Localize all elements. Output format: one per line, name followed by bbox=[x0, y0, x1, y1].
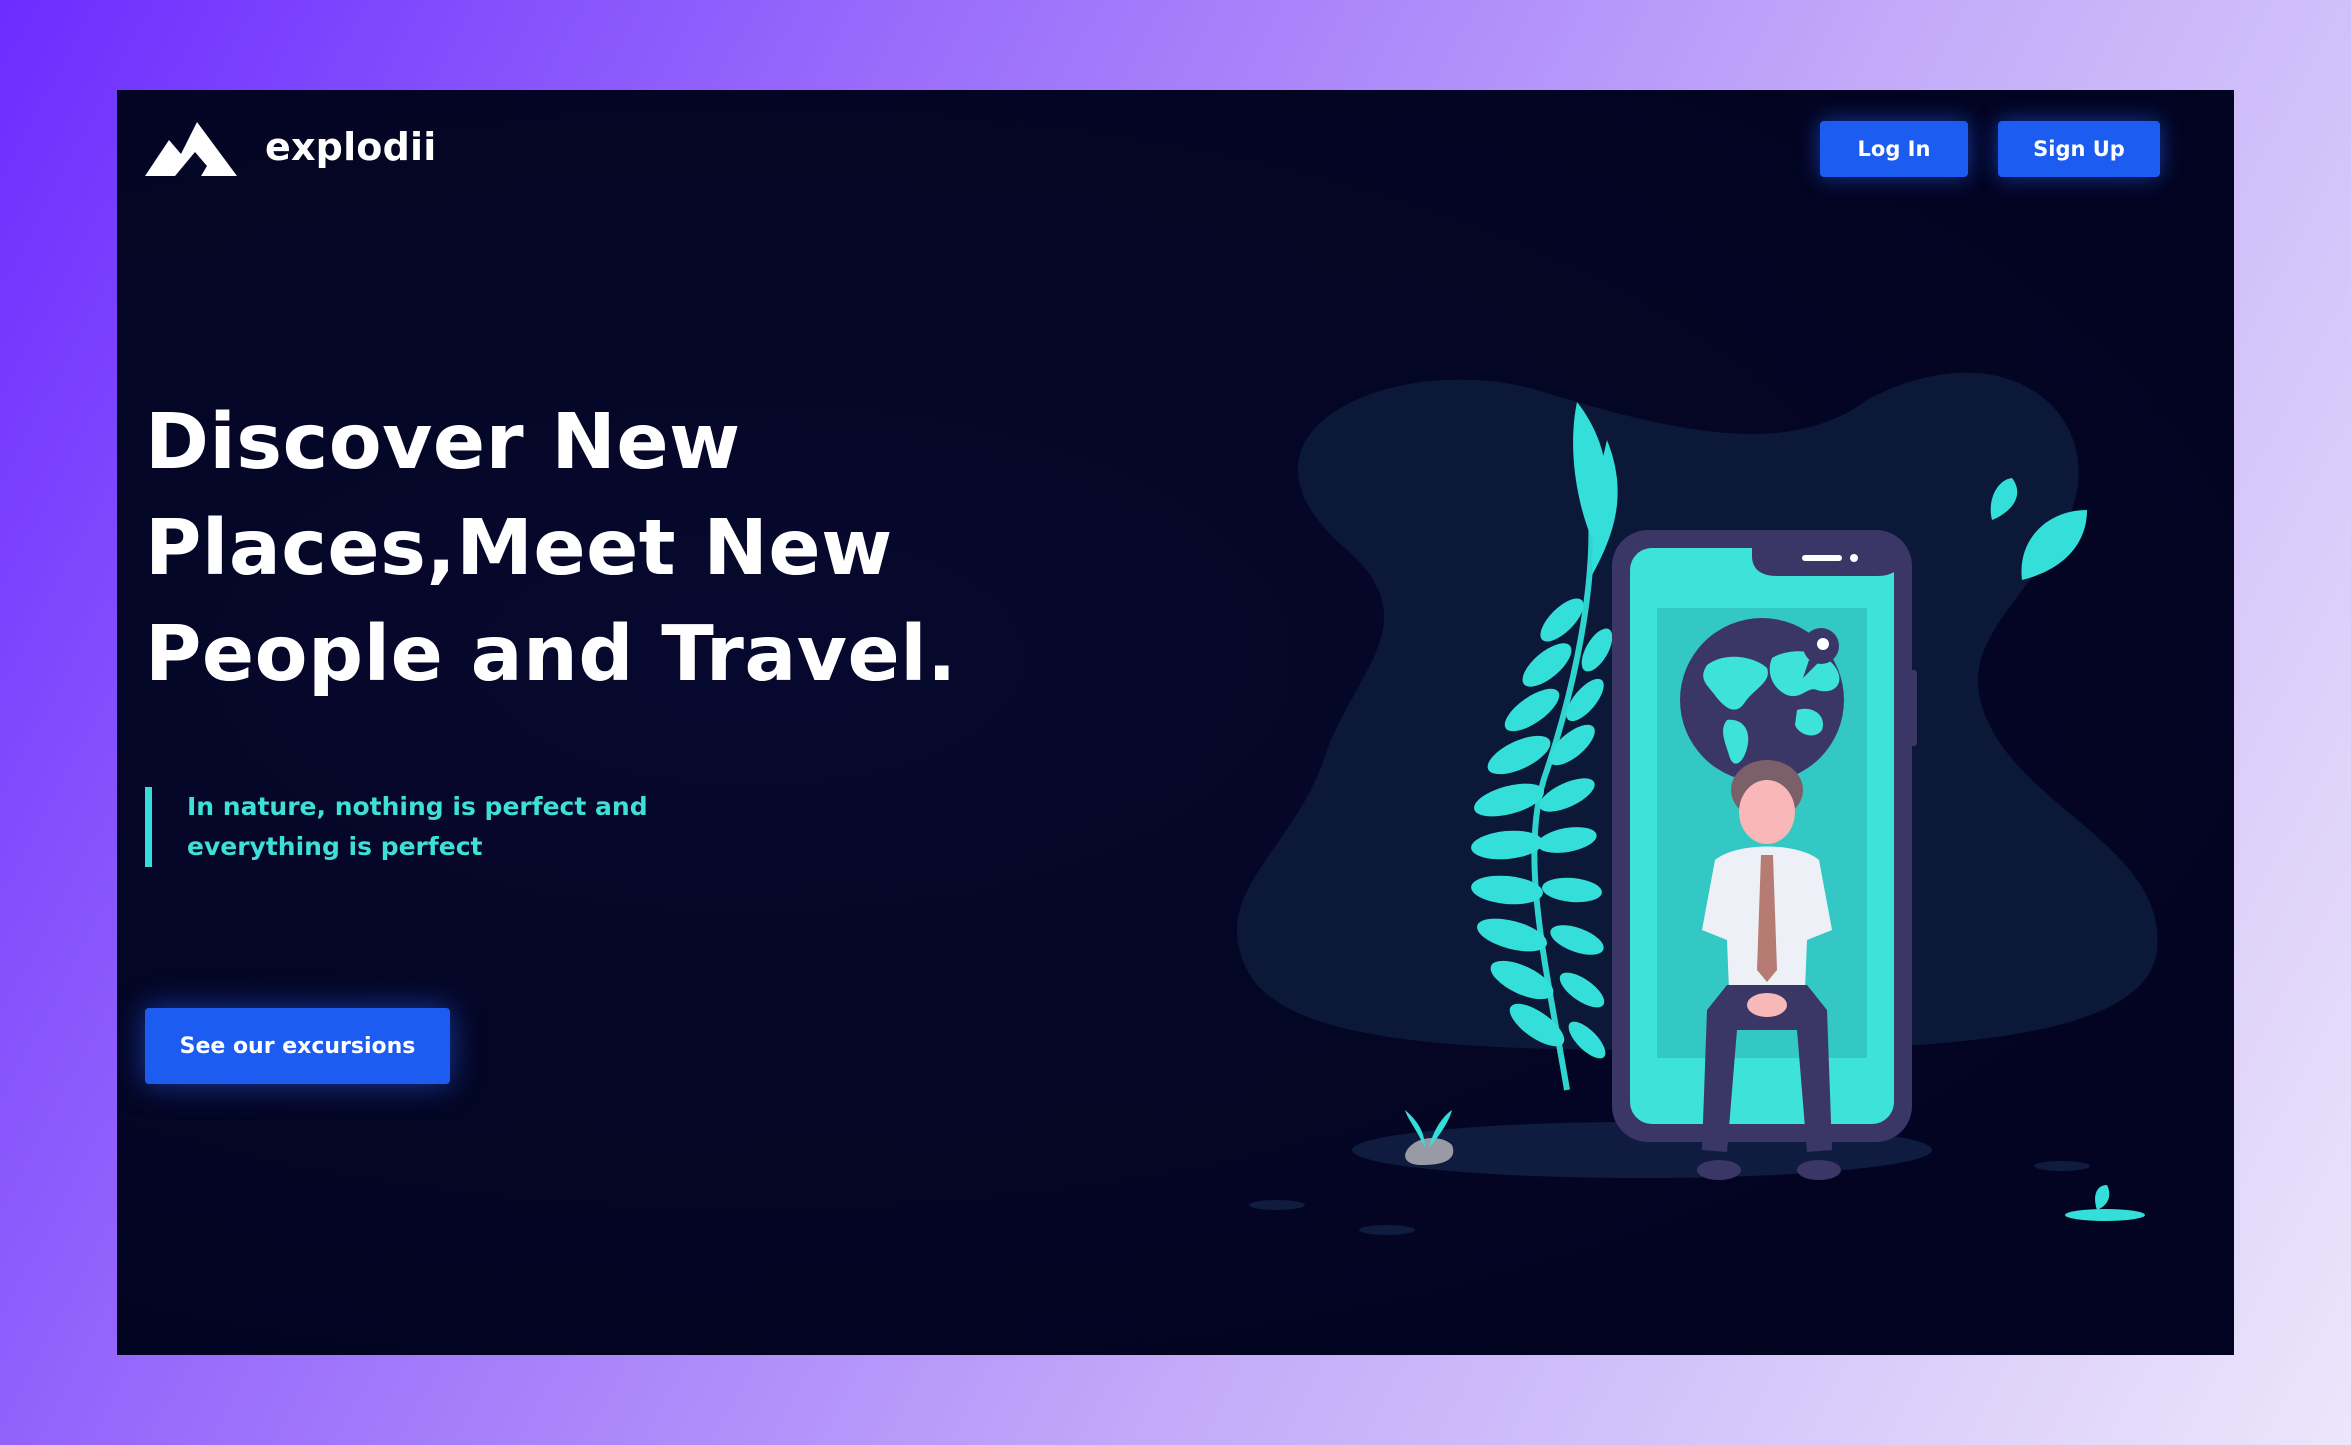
hero-title-line: People and Travel. bbox=[145, 610, 957, 699]
hero-title-line: Discover New bbox=[145, 398, 741, 487]
ground-shadow bbox=[2034, 1161, 2090, 1171]
ground-plant-base bbox=[2065, 1209, 2145, 1221]
brand[interactable]: explodii bbox=[145, 118, 436, 176]
hands bbox=[1747, 993, 1787, 1017]
hero-title: Discover New Places,Meet New People and … bbox=[145, 390, 957, 708]
hero-title-line: Places,Meet New bbox=[145, 504, 893, 593]
face bbox=[1739, 780, 1795, 844]
hero-quote: In nature, nothing is perfect and everyt… bbox=[145, 787, 767, 867]
mountain-logo-icon bbox=[145, 122, 237, 176]
ground-plant-icon bbox=[2095, 1185, 2110, 1210]
login-button[interactable]: Log In bbox=[1820, 121, 1968, 177]
landing-page-card: explodii Log In Sign Up Discover New Pla… bbox=[117, 90, 2234, 1355]
phone-camera bbox=[1850, 554, 1858, 562]
ground-shadow bbox=[1359, 1225, 1415, 1235]
phone-notch bbox=[1752, 548, 1902, 576]
signup-button[interactable]: Sign Up bbox=[1998, 121, 2160, 177]
phone-side-button bbox=[1909, 670, 1917, 746]
shoe bbox=[1797, 1160, 1841, 1180]
shoe bbox=[1697, 1160, 1741, 1180]
person-sitting-in-phone-with-globe-illustration bbox=[1236, 372, 2158, 1235]
quote-text: In nature, nothing is perfect and everyt… bbox=[187, 792, 648, 861]
location-pin-dot bbox=[1817, 638, 1829, 650]
brand-name: explodii bbox=[265, 125, 437, 169]
ground-shadow bbox=[1249, 1200, 1305, 1210]
phone-speaker bbox=[1802, 555, 1842, 561]
see-excursions-button[interactable]: See our excursions bbox=[145, 1008, 450, 1084]
